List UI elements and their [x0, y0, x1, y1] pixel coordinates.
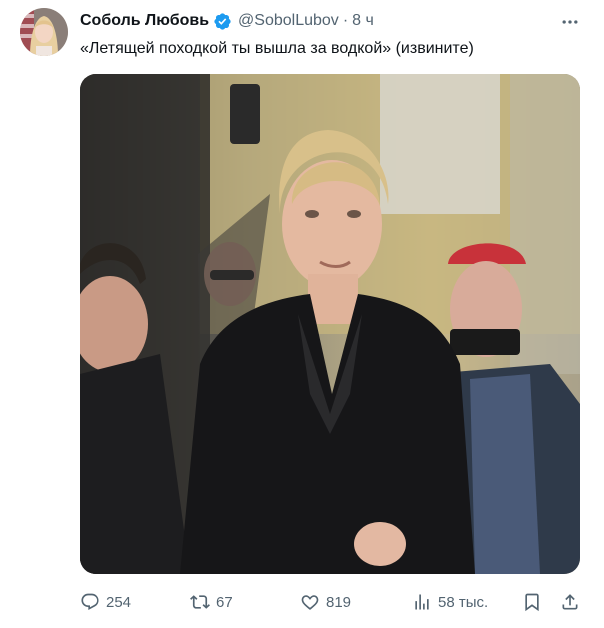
bookmark-icon [522, 592, 542, 612]
repost-count: 67 [216, 593, 233, 611]
repost-button[interactable]: 67 [190, 588, 233, 616]
display-name[interactable]: Соболь Любовь [80, 10, 209, 32]
views-chart-icon [412, 592, 432, 612]
author-handle[interactable]: @SobolLubov [238, 10, 339, 32]
views-button[interactable]: 58 тыс. [412, 588, 488, 616]
photo-image [80, 74, 580, 574]
share-icon [560, 592, 580, 612]
reply-button[interactable]: 254 [80, 588, 131, 616]
views-count: 58 тыс. [438, 593, 489, 611]
timestamp[interactable]: 8 ч [352, 10, 374, 32]
heart-icon [300, 592, 320, 612]
like-count: 819 [326, 593, 352, 611]
bookmark-button[interactable] [522, 588, 542, 616]
repost-icon [190, 592, 210, 612]
reply-icon [80, 592, 100, 612]
tweet: Соболь Любовь @SobolLubov · 8 ч «Летящей… [0, 0, 604, 628]
reply-count: 254 [106, 593, 132, 611]
tweet-text: «Летящей походкой ты вышла за водкой» (и… [80, 40, 474, 57]
avatar[interactable] [20, 8, 68, 56]
more-options-icon[interactable] [556, 10, 584, 34]
verified-badge-icon[interactable] [213, 12, 232, 31]
separator-dot: · [342, 12, 349, 29]
like-button[interactable]: 819 [300, 588, 351, 616]
avatar-image [20, 8, 68, 56]
share-button[interactable] [560, 588, 580, 616]
tweet-photo[interactable] [80, 74, 580, 574]
tweet-header: Соболь Любовь @SobolLubov · 8 ч [80, 10, 374, 32]
tweet-actions: 254 67 819 58 тыс. [80, 588, 590, 616]
